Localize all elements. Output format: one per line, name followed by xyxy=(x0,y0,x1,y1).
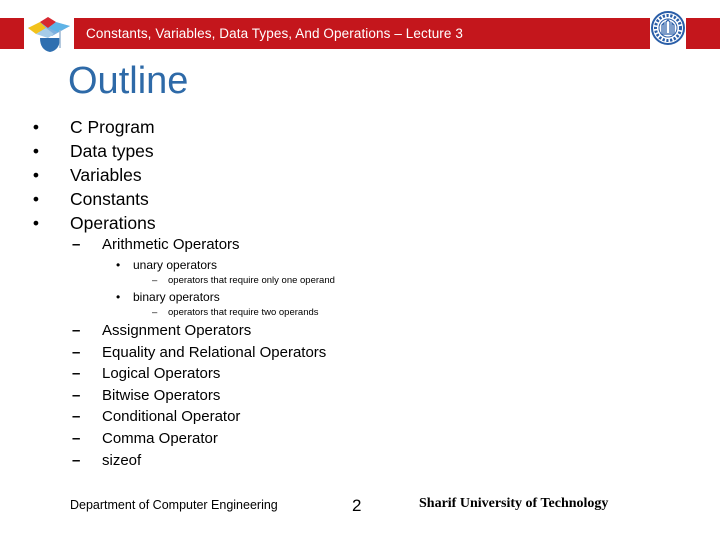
bullet-icon: • xyxy=(116,290,121,304)
outline-item-label: Constants xyxy=(70,189,149,209)
bullet-icon: • xyxy=(32,213,40,233)
sub-item-label: unary operators xyxy=(133,258,218,272)
operation-label: Bitwise Operators xyxy=(102,387,221,404)
outline-item-label: Data types xyxy=(70,141,154,161)
bullet-icon: • xyxy=(32,141,40,161)
outline-item-label: Operations xyxy=(70,213,156,233)
operation-label: Arithmetic Operators xyxy=(102,236,240,253)
operation-label: Logical Operators xyxy=(102,365,221,382)
dash-icon: – xyxy=(72,408,81,425)
dash-icon: – xyxy=(152,275,158,286)
bullet-icon: • xyxy=(116,258,121,272)
operation-label: sizeof xyxy=(102,452,142,469)
dash-icon: – xyxy=(72,452,81,469)
bullet-icon: • xyxy=(32,189,40,209)
dash-icon: – xyxy=(72,365,81,382)
dash-icon: – xyxy=(72,430,81,447)
header-banner-right xyxy=(686,18,720,49)
bullet-icon: • xyxy=(32,117,40,137)
dash-icon: – xyxy=(72,387,81,404)
dash-icon: – xyxy=(72,236,81,253)
header-banner-left xyxy=(0,18,24,49)
lecture-title: Constants, Variables, Data Types, And Op… xyxy=(86,26,463,41)
university-seal-icon xyxy=(651,11,685,45)
page-number: 2 xyxy=(352,496,362,515)
outline-item-label: C Program xyxy=(70,117,155,137)
operation-label: Comma Operator xyxy=(102,430,218,447)
operation-label: Conditional Operator xyxy=(102,408,241,425)
slide-title: Outline xyxy=(68,60,189,102)
outline-item-label: Variables xyxy=(70,165,142,185)
operation-label: Equality and Relational Operators xyxy=(102,344,327,361)
sub-item-label: binary operators xyxy=(133,290,220,304)
footer-department: Department of Computer Engineering xyxy=(70,498,278,512)
footer-university: Sharif University of Technology xyxy=(419,496,609,511)
bullet-icon: • xyxy=(32,165,40,185)
dash-icon: – xyxy=(152,307,158,318)
graduation-cap-puzzle-icon xyxy=(28,17,70,52)
dash-icon: – xyxy=(72,344,81,361)
note-text: operators that require only one operand xyxy=(168,275,335,286)
note-text: operators that require two operands xyxy=(168,307,319,318)
operation-label: Assignment Operators xyxy=(102,322,252,339)
dash-icon: – xyxy=(72,322,81,339)
